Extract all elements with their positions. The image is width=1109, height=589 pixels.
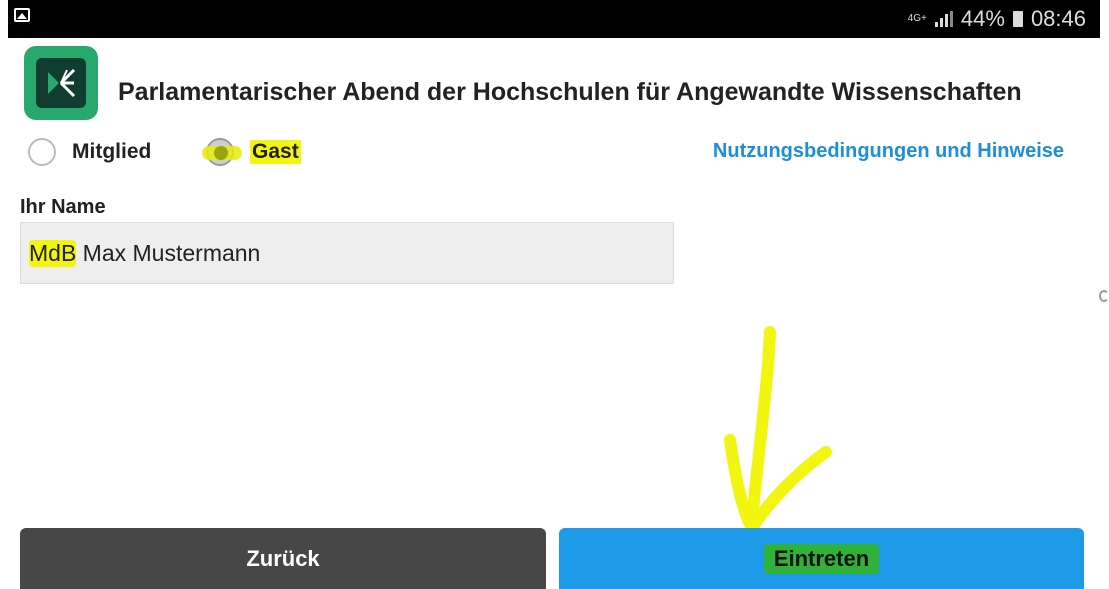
terms-link[interactable]: Nutzungsbedingungen und Hinweise: [713, 140, 1064, 163]
adobe-connect-icon: [24, 46, 98, 120]
name-value: Max Mustermann: [76, 239, 261, 266]
back-button[interactable]: Zurück: [20, 528, 546, 589]
radio-label-mitglied: Mitglied: [72, 140, 152, 163]
status-bar: 4G+ 44% 08:46: [8, 0, 1100, 38]
status-indicators: 4G+ 44% 08:46: [908, 6, 1086, 32]
radio-mitglied[interactable]: Mitglied: [28, 138, 151, 166]
battery-icon: [1012, 11, 1023, 27]
signal-icon: [934, 11, 953, 27]
back-button-label: Zurück: [246, 545, 320, 571]
radio-circle-unselected[interactable]: [28, 138, 56, 166]
name-input[interactable]: MdB Max Mustermann: [20, 222, 674, 284]
scroll-handle-icon: [1099, 290, 1109, 302]
meeting-title: Parlamentarischer Abend der Hochschulen …: [118, 78, 1022, 106]
radio-circle-selected[interactable]: [202, 138, 242, 166]
battery-percent: 44%: [960, 6, 1005, 31]
enter-button[interactable]: Eintreten: [559, 528, 1084, 589]
name-prefix: MdB: [29, 239, 77, 267]
radio-label-gast: Gast: [250, 140, 301, 164]
name-label: Ihr Name: [20, 196, 106, 218]
image-icon: [14, 8, 30, 22]
role-selector: Mitglied Gast Nutzungsbedingungen und Hi…: [24, 138, 1084, 174]
network-type: 4G+: [907, 13, 927, 24]
enter-button-label: Eintreten: [763, 543, 880, 574]
clock: 08:46: [1030, 6, 1086, 31]
radio-gast[interactable]: Gast: [202, 138, 301, 166]
